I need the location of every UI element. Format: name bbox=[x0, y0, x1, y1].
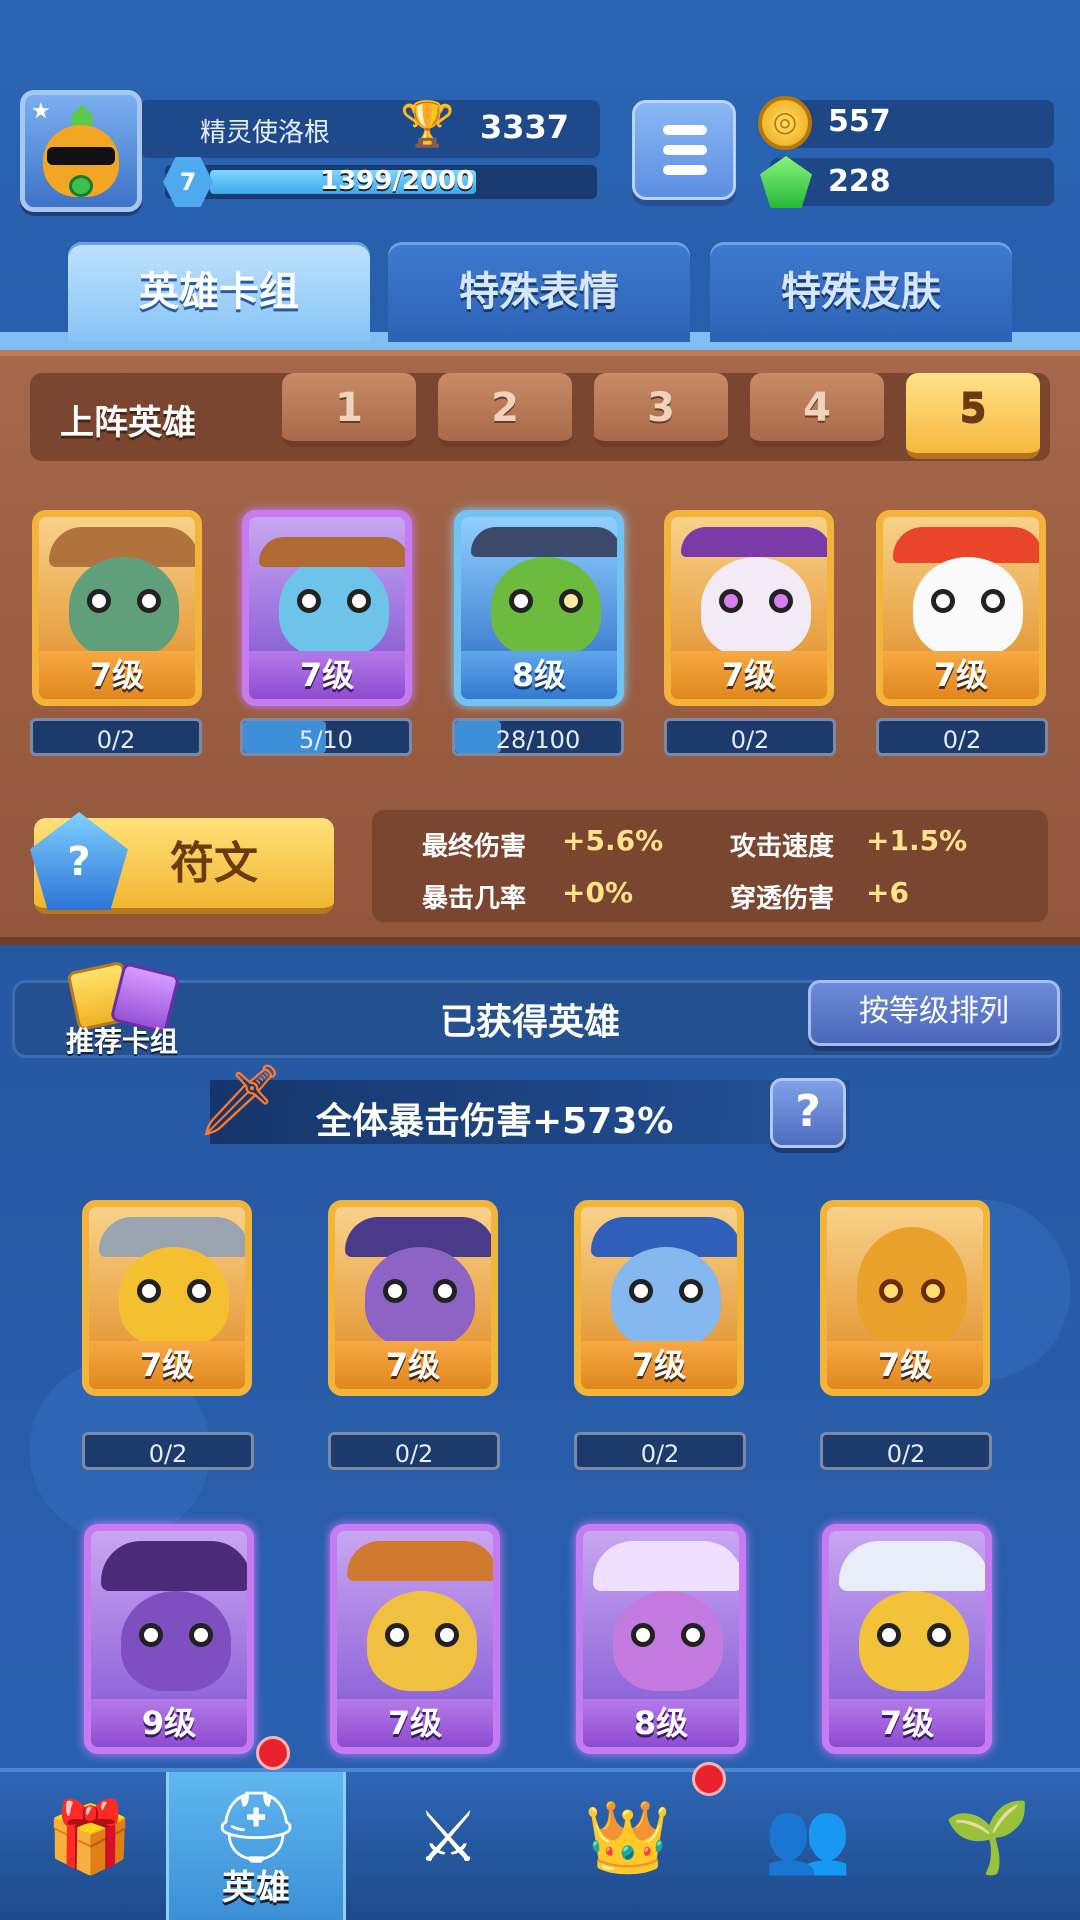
deck-slot-1[interactable]: 1 bbox=[282, 373, 416, 447]
deck-hero-card-3[interactable]: 8级 bbox=[454, 510, 624, 706]
gem-panel bbox=[770, 158, 1054, 206]
tab-hero-deck[interactable]: 英雄卡组 bbox=[68, 242, 370, 342]
hero-level: 7级 bbox=[883, 651, 1039, 699]
tab-special-skins[interactable]: 特殊皮肤 bbox=[710, 242, 1012, 342]
trophy-icon: 🏆 bbox=[400, 99, 455, 150]
hero-progress: 0/2 bbox=[876, 718, 1048, 756]
stat-name: 暴击几率 bbox=[422, 884, 527, 914]
xp-text: 1399/2000 bbox=[320, 166, 475, 196]
deck-slot-3[interactable]: 3 bbox=[594, 373, 728, 447]
avatar[interactable]: ★ bbox=[20, 90, 142, 212]
deck-slot-4[interactable]: 4 bbox=[750, 373, 884, 447]
hamburger-icon bbox=[663, 125, 707, 135]
owned-hero-card[interactable]: 7级 bbox=[330, 1524, 500, 1754]
stat-value: +6 bbox=[866, 876, 909, 909]
deck-hero-card-2[interactable]: 7级 bbox=[242, 510, 412, 706]
hero-progress: 5/10 bbox=[240, 718, 412, 756]
nav-heroes-label: 英雄 bbox=[222, 1868, 290, 1908]
hero-level: 7级 bbox=[581, 1341, 737, 1389]
recommend-deck-button[interactable]: 推荐卡组 bbox=[66, 1020, 178, 1060]
knight-helmet-icon: ⛑ bbox=[211, 1786, 301, 1868]
crown-shield-icon: 👑 bbox=[584, 1796, 672, 1878]
hero-progress: 0/2 bbox=[574, 1432, 746, 1470]
hero-level: 7级 bbox=[827, 1341, 983, 1389]
help-button[interactable]: ? bbox=[770, 1078, 846, 1148]
nav-heroes[interactable]: ⛑ 英雄 bbox=[166, 1772, 346, 1920]
hero-level: 7级 bbox=[39, 651, 195, 699]
deck-hero-card-1[interactable]: 7级 bbox=[32, 510, 202, 706]
sword-icon: 🗡 bbox=[196, 1059, 285, 1141]
sort-by-level-button[interactable]: 按等级排列 bbox=[808, 980, 1060, 1046]
deck-title: 上阵英雄 bbox=[60, 403, 196, 443]
notification-dot bbox=[256, 1736, 290, 1770]
hero-progress: 0/2 bbox=[820, 1432, 992, 1470]
hero-progress: 0/2 bbox=[664, 718, 836, 756]
hero-level: 7级 bbox=[89, 1341, 245, 1389]
tab-special-emotes[interactable]: 特殊表情 bbox=[388, 242, 690, 342]
stat-name: 最终伤害 bbox=[422, 832, 527, 862]
guild-banner-icon: 👥 bbox=[764, 1796, 852, 1878]
trophy-count: 3337 bbox=[480, 108, 570, 146]
hero-level: 9级 bbox=[91, 1699, 247, 1747]
stat-value: +5.6% bbox=[562, 824, 664, 857]
hero-level: 8级 bbox=[461, 651, 617, 699]
nav-ranking[interactable]: 👑 bbox=[538, 1772, 718, 1920]
owned-hero-card[interactable]: 7级 bbox=[328, 1200, 498, 1396]
hero-progress: 0/2 bbox=[82, 1432, 254, 1470]
hero-level: 7级 bbox=[829, 1699, 985, 1747]
progress-fill bbox=[455, 721, 502, 753]
owned-hero-card[interactable]: 8级 bbox=[576, 1524, 746, 1754]
hero-progress: 28/100 bbox=[452, 718, 624, 756]
nav-battle[interactable]: ⚔ bbox=[358, 1772, 538, 1920]
deck-hero-card-4[interactable]: 7级 bbox=[664, 510, 834, 706]
star-icon: ★ bbox=[31, 99, 51, 124]
sprout-island-icon: 🌱 bbox=[944, 1796, 1032, 1878]
hero-level: 7级 bbox=[249, 651, 405, 699]
coin-panel bbox=[770, 100, 1054, 148]
crossed-swords-icon: ⚔ bbox=[416, 1796, 480, 1878]
stat-value: +0% bbox=[562, 876, 633, 909]
deck-slot-2[interactable]: 2 bbox=[438, 373, 572, 447]
nav-shop[interactable]: 🎁 bbox=[0, 1772, 180, 1920]
owned-hero-card[interactable]: 7级 bbox=[574, 1200, 744, 1396]
nav-garden[interactable]: 🌱 bbox=[898, 1772, 1078, 1920]
coin-icon: ◎ bbox=[758, 96, 812, 150]
hero-level: 7级 bbox=[671, 651, 827, 699]
owned-hero-card[interactable]: 7级 bbox=[820, 1200, 990, 1396]
nav-guild[interactable]: 👥 bbox=[718, 1772, 898, 1920]
hero-progress: 0/2 bbox=[30, 718, 202, 756]
hero-level: 7级 bbox=[335, 1341, 491, 1389]
hero-level: 8级 bbox=[583, 1699, 739, 1747]
owned-hero-card[interactable]: 7级 bbox=[82, 1200, 252, 1396]
crit-bonus-text: 全体暴击伤害+573% bbox=[316, 1101, 674, 1142]
player-name: 精灵使洛根 bbox=[200, 118, 331, 148]
treasure-chest-icon: 🎁 bbox=[46, 1796, 134, 1878]
hero-progress: 0/2 bbox=[328, 1432, 500, 1470]
notification-dot bbox=[692, 1762, 726, 1796]
stat-name: 攻击速度 bbox=[730, 832, 835, 862]
owned-hero-card[interactable]: 9级 bbox=[84, 1524, 254, 1754]
gem-count: 228 bbox=[828, 164, 891, 199]
coin-count: 557 bbox=[828, 104, 891, 139]
owned-hero-card[interactable]: 7级 bbox=[822, 1524, 992, 1754]
deck-slot-5[interactable]: 5 bbox=[906, 373, 1040, 459]
stat-value: +1.5% bbox=[866, 824, 968, 857]
stat-name: 穿透伤害 bbox=[730, 884, 835, 914]
owned-heroes-title: 已获得英雄 bbox=[440, 1002, 621, 1043]
deck-hero-card-5[interactable]: 7级 bbox=[876, 510, 1046, 706]
hero-level: 7级 bbox=[337, 1699, 493, 1747]
menu-button[interactable] bbox=[632, 100, 736, 200]
